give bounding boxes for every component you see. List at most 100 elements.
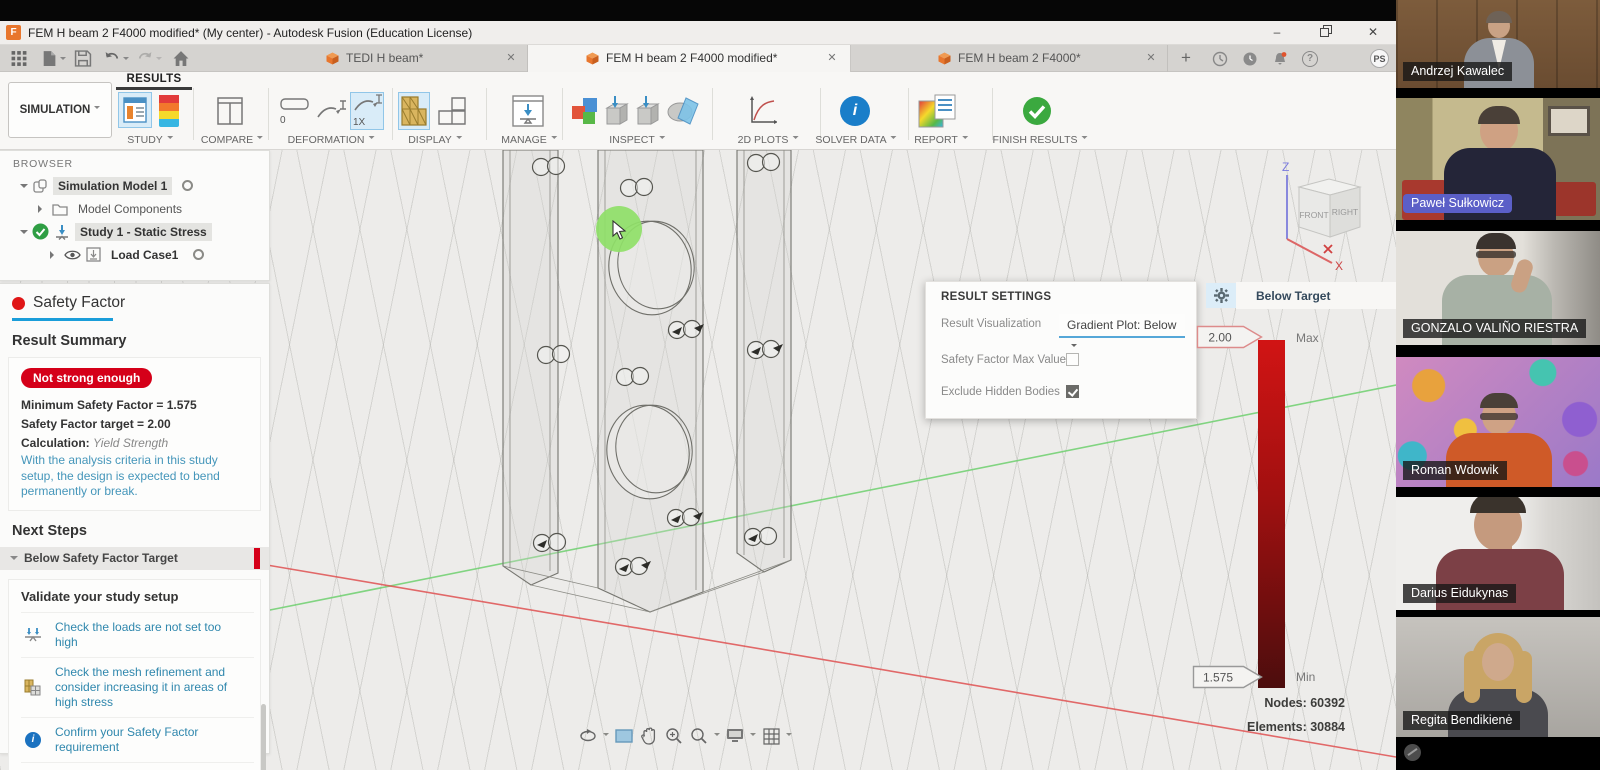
group-label-deformation[interactable]: DEFORMATION: [288, 134, 375, 146]
manage-icon[interactable]: [510, 93, 546, 129]
list-item[interactable]: If the Displacement result shows high di…: [21, 762, 254, 770]
chevron-right-icon[interactable]: [50, 251, 58, 259]
result-type-title[interactable]: Safety Factor: [33, 294, 125, 312]
deformation-undeformed-icon[interactable]: 0: [278, 96, 310, 126]
group-label-finish-results[interactable]: FINISH RESULTS: [993, 134, 1088, 146]
undo-icon[interactable]: [103, 50, 121, 67]
list-item[interactable]: Check the loads are not set too high: [21, 612, 254, 657]
panel-scrollbar[interactable]: [261, 704, 266, 770]
tree-item-label[interactable]: Study 1 - Static Stress: [75, 223, 212, 241]
file-menu-caret[interactable]: [60, 57, 66, 63]
tab-close-icon[interactable]: ✕: [825, 51, 839, 64]
legend-min-pointer[interactable]: 1.575: [1192, 664, 1268, 690]
inspect-legend-icon[interactable]: [570, 94, 600, 128]
notifications-bell-icon[interactable]: [1272, 51, 1288, 67]
tree-item-model-components[interactable]: Model Components: [0, 197, 269, 220]
study-browser-icon[interactable]: [118, 92, 152, 128]
safety-factor-max-checkbox[interactable]: [1066, 353, 1079, 366]
tree-item-load-case[interactable]: Load Case1: [0, 243, 269, 266]
tree-item-simulation-model[interactable]: Simulation Model 1: [0, 174, 269, 197]
study-results-gradient-icon[interactable]: [158, 94, 180, 128]
display-faces-icon[interactable]: [436, 94, 468, 128]
orbit-caret[interactable]: [603, 733, 609, 739]
result-visualization-dropdown[interactable]: Gradient Plot: Below: [1059, 314, 1185, 336]
legend-gradient-bar[interactable]: [1258, 340, 1285, 688]
zoom-icon[interactable]: [664, 726, 684, 746]
tab-fem-h-beam-modified[interactable]: FEM H beam 2 F4000 modified* ✕: [528, 45, 851, 72]
minimize-button[interactable]: –: [1266, 23, 1288, 42]
display-settings-icon[interactable]: [725, 726, 745, 746]
tab-tedi-h-beam[interactable]: TEDI H beam* ✕: [300, 45, 528, 72]
home-icon[interactable]: [172, 50, 190, 67]
save-icon[interactable]: [74, 50, 92, 67]
participant-video[interactable]: Regita Bendikienė: [1396, 617, 1600, 737]
group-label-compare[interactable]: COMPARE: [201, 134, 263, 146]
group-label-display[interactable]: DISPLAY: [408, 134, 462, 146]
eye-icon[interactable]: [64, 249, 81, 261]
ribbon-tab-results[interactable]: RESULTS: [118, 73, 190, 85]
participant-video[interactable]: Andrzej Kawalec: [1396, 0, 1600, 88]
user-avatar[interactable]: PS: [1370, 49, 1389, 68]
participant-video[interactable]: GONZALO VALIÑO RIESTRA: [1396, 231, 1600, 345]
participant-video[interactable]: Roman Wdowik: [1396, 357, 1600, 487]
deformation-scaled-icon[interactable]: 1X: [350, 92, 384, 130]
inspect-slice-plane-icon[interactable]: [665, 94, 701, 128]
display-settings-caret[interactable]: [750, 733, 756, 739]
tab-close-icon[interactable]: ✕: [1144, 51, 1158, 64]
help-icon[interactable]: ?: [1302, 51, 1318, 67]
close-window-button[interactable]: ✕: [1362, 23, 1384, 42]
report-icon[interactable]: [917, 93, 957, 129]
tab-close-icon[interactable]: ✕: [504, 51, 518, 64]
job-status-icon[interactable]: [1212, 51, 1228, 67]
participant-video[interactable]: Paweł Sułkowicz: [1396, 98, 1600, 220]
fit-caret[interactable]: [714, 733, 720, 739]
group-label-report[interactable]: REPORT: [914, 134, 968, 146]
orbit-icon[interactable]: [578, 726, 598, 746]
group-label-study[interactable]: STUDY: [127, 134, 173, 146]
display-mesh-icon[interactable]: [398, 92, 430, 130]
tree-item-label[interactable]: Model Components: [73, 200, 187, 218]
redo-icon[interactable]: [136, 50, 154, 67]
grid-settings-icon[interactable]: [761, 726, 781, 746]
tree-item-label[interactable]: Simulation Model 1: [53, 177, 172, 195]
look-at-icon[interactable]: [614, 726, 634, 746]
legend-settings-button[interactable]: [1206, 283, 1236, 308]
next-steps-group-header[interactable]: Below Safety Factor Target: [0, 547, 269, 570]
inspect-probe-icon[interactable]: [634, 92, 662, 130]
view-cube[interactable]: Z X FRONT RIGHT: [1272, 155, 1377, 273]
file-menu-icon[interactable]: [40, 50, 58, 67]
redo-caret[interactable]: [156, 57, 162, 63]
group-label-inspect[interactable]: INSPECT: [609, 134, 665, 146]
pan-icon[interactable]: [639, 726, 659, 746]
compare-icon[interactable]: [215, 94, 245, 128]
new-tab-button[interactable]: +: [1176, 48, 1196, 68]
viewport-canvas[interactable]: RESULT SETTINGS Result Visualization Gra…: [0, 150, 1396, 770]
list-item[interactable]: Check the mesh refinement and consider i…: [21, 657, 254, 717]
visibility-radio-icon[interactable]: [193, 249, 204, 260]
finish-results-icon[interactable]: [1022, 96, 1052, 126]
inspect-point-xyz-icon[interactable]: [603, 92, 631, 130]
group-label-solver-data[interactable]: SOLVER DATA: [815, 134, 896, 146]
fit-icon[interactable]: [689, 726, 709, 746]
list-item[interactable]: i Confirm your Safety Factor requirement: [21, 717, 254, 762]
chevron-down-icon[interactable]: [20, 230, 28, 238]
deformation-actual-icon[interactable]: [316, 96, 346, 126]
solver-data-icon[interactable]: i: [840, 96, 870, 126]
chevron-down-icon[interactable]: [10, 556, 18, 564]
tab-fem-h-beam[interactable]: FEM H beam 2 F4000* ✕: [852, 45, 1168, 72]
maximize-button[interactable]: [1314, 23, 1336, 42]
clock-icon[interactable]: [1242, 51, 1258, 67]
undo-caret[interactable]: [123, 57, 129, 63]
visibility-radio-icon[interactable]: [182, 180, 193, 191]
participant-video[interactable]: Darius Eidukynas: [1396, 497, 1600, 610]
tree-item-label[interactable]: Load Case1: [106, 246, 183, 264]
chevron-down-icon[interactable]: [20, 184, 28, 192]
workspace-selector[interactable]: SIMULATION: [8, 82, 112, 138]
group-label-manage[interactable]: MANAGE: [501, 134, 557, 146]
exclude-hidden-bodies-checkbox[interactable]: [1066, 385, 1079, 398]
2d-plots-icon[interactable]: [746, 94, 778, 128]
app-grid-icon[interactable]: [10, 50, 28, 67]
grid-settings-caret[interactable]: [786, 733, 792, 739]
group-label-2d-plots[interactable]: 2D PLOTS: [738, 134, 799, 146]
tree-item-study[interactable]: Study 1 - Static Stress: [0, 220, 269, 243]
